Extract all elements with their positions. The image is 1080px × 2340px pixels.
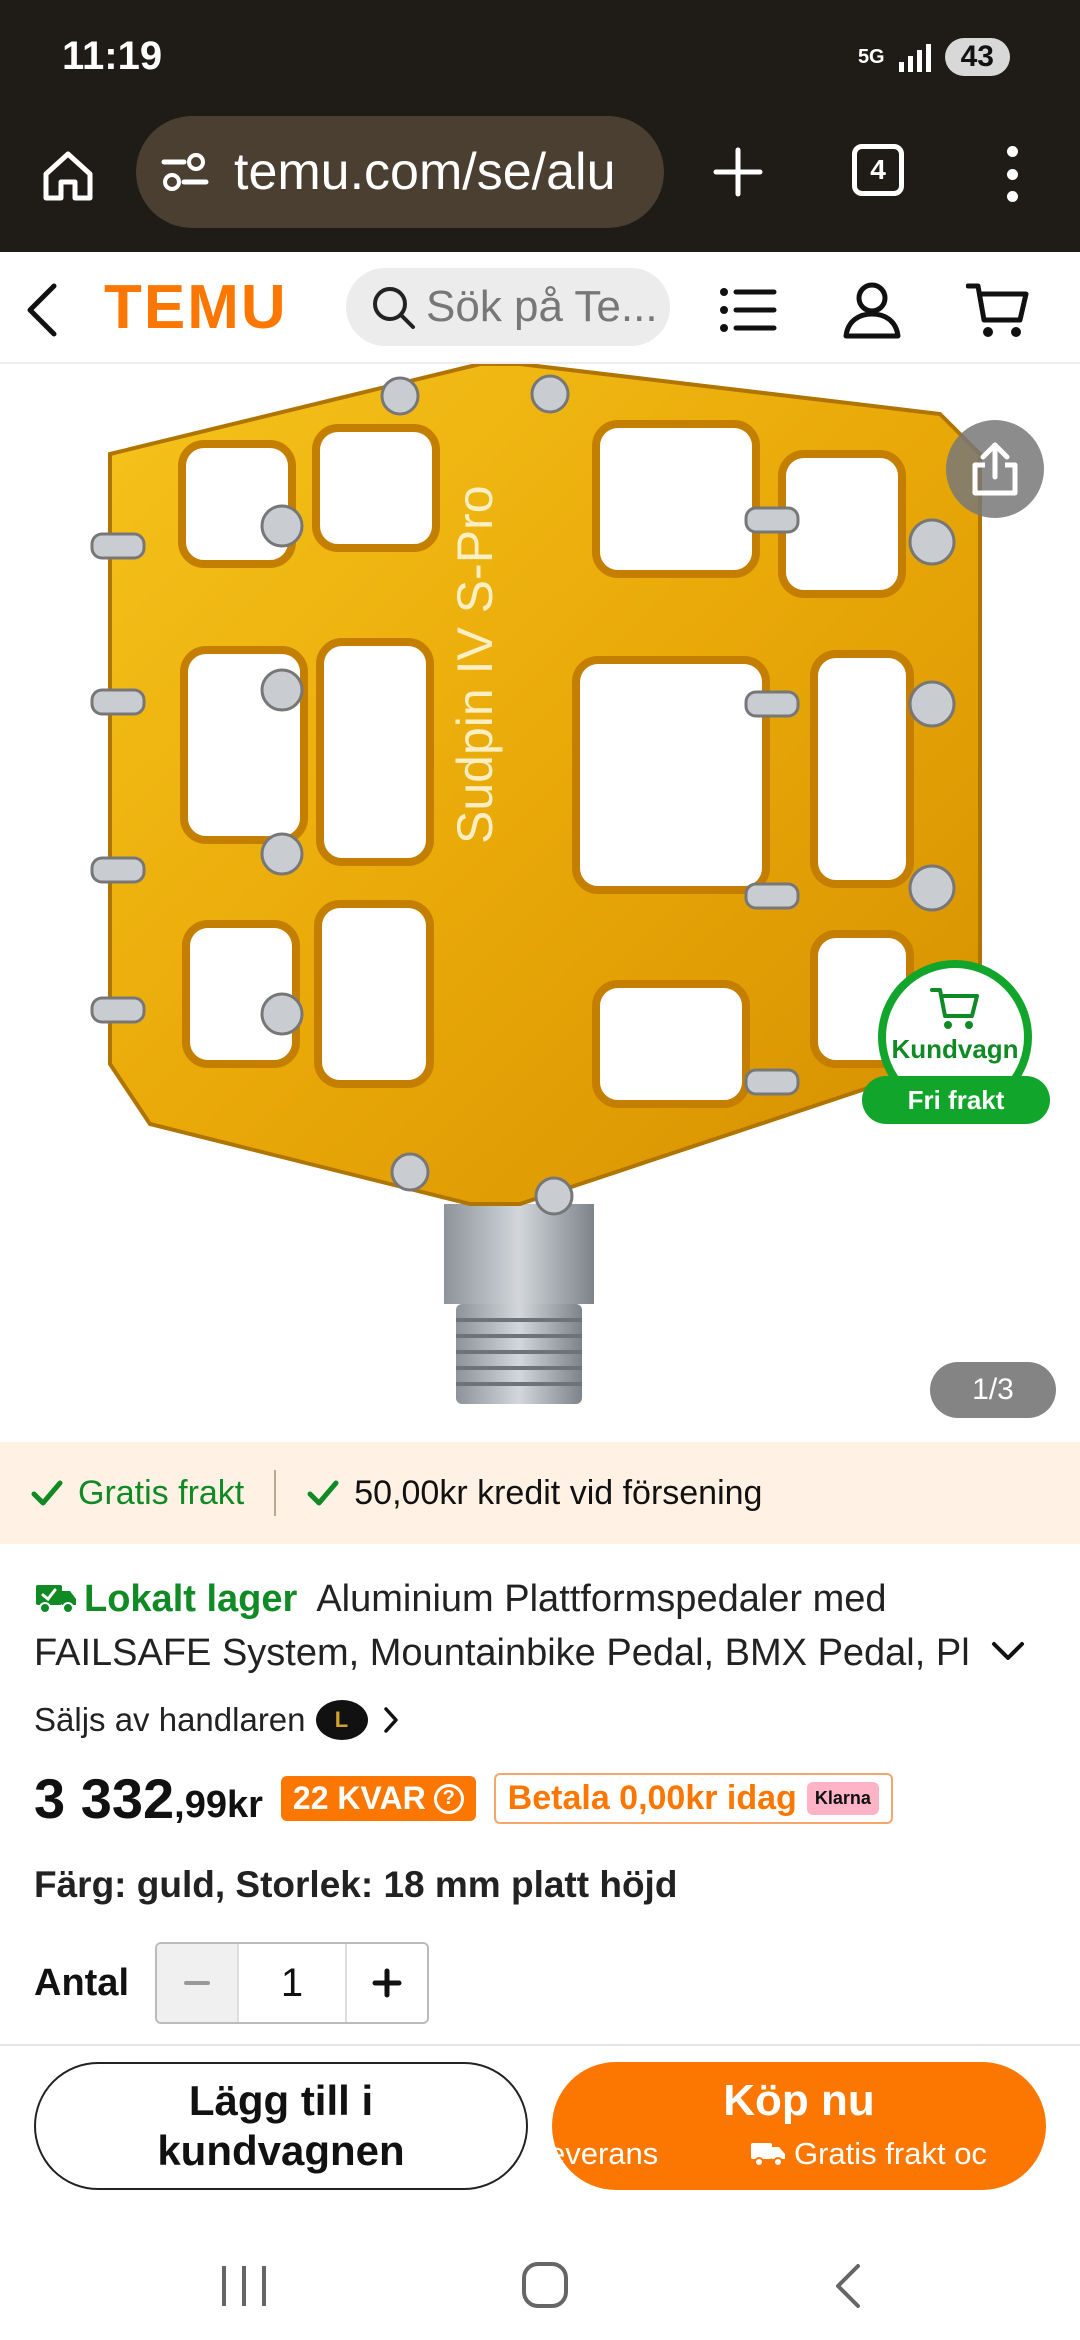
home-icon[interactable]: [38, 146, 98, 206]
seller-label: Säljs av handlaren: [34, 1701, 306, 1738]
quantity-row: Antal 1: [34, 1942, 429, 2024]
browser-toolbar: temu.com/se/alu 4: [0, 116, 1080, 252]
seller-link[interactable]: Säljs av handlaren L: [34, 1700, 400, 1740]
pay-today-text: Betala 0,00kr idag: [507, 1779, 797, 1817]
price-decimal: ,99kr: [174, 1784, 263, 1826]
quantity-stepper[interactable]: 1: [155, 1942, 429, 2024]
account-icon[interactable]: [840, 278, 904, 342]
system-navigation-bar: [0, 2226, 1080, 2340]
seller-logo: L: [315, 1700, 368, 1740]
delay-credit-benefit: 50,00kr kredit vid försening: [306, 1474, 762, 1513]
truck-icon: [751, 2143, 785, 2167]
price-row: 3 332 ,99kr 22 KVAR ? Betala 0,00kr idag…: [34, 1766, 893, 1831]
klarna-pay-badge[interactable]: Betala 0,00kr idag Klarna: [493, 1773, 893, 1824]
variant-selector[interactable]: Färg: guld, Storlek: 18 mm platt höjd: [34, 1864, 677, 1906]
temu-logo[interactable]: TEMU: [104, 272, 288, 343]
share-button[interactable]: [946, 420, 1044, 518]
ticker-text-left: everans: [552, 2136, 659, 2171]
product-image-carousel[interactable]: Sudpin IV S-Pro Kundvagn Fri frakt 1/3: [0, 364, 1080, 1442]
categories-list-icon[interactable]: [716, 278, 780, 342]
signal-icon: [898, 42, 931, 72]
url-text[interactable]: temu.com/se/alu: [234, 142, 616, 202]
floating-cart-label: Kundvagn: [891, 1034, 1019, 1064]
add-to-cart-line-1: Lägg till i: [188, 2077, 374, 2124]
check-icon: [307, 1480, 339, 1506]
ticker-item-free-shipping: Gratis frakt oc: [750, 2136, 987, 2172]
plus-icon: [372, 1968, 402, 1998]
delay-credit-text: 50,00kr kredit vid försening: [354, 1473, 763, 1512]
new-tab-icon[interactable]: [710, 144, 766, 200]
image-counter: 1/3: [930, 1362, 1056, 1418]
add-to-cart-button[interactable]: Lägg till i kundvagnen: [34, 2062, 528, 2190]
price-main: 3 332: [34, 1767, 175, 1830]
add-to-cart-line-2: kundvagnen: [157, 2127, 405, 2174]
quantity-label: Antal: [34, 1961, 129, 2004]
minus-icon: [184, 1981, 210, 1985]
back-icon[interactable]: [832, 2262, 862, 2310]
buy-now-ticker: everans Gratis frakt oc: [552, 2136, 1046, 2176]
klarna-logo: Klarna: [806, 1782, 879, 1815]
free-shipping-pill[interactable]: Fri frakt: [862, 1076, 1050, 1124]
chevron-right-icon: [383, 1707, 398, 1733]
product-image: Sudpin IV S-Pro: [90, 364, 982, 1404]
buy-now-label: Köp nu: [723, 2076, 875, 2125]
bottom-action-bar: Lägg till i kundvagnen Köp nu everans Gr…: [0, 2044, 1080, 2226]
share-icon: [972, 442, 1018, 496]
product-title-line-2: FAILSAFE System, Mountainbike Pedal, BMX…: [34, 1632, 970, 1674]
battery-indicator: 43: [944, 38, 1010, 76]
tab-switcher-button[interactable]: 4: [852, 144, 904, 196]
overflow-menu-icon[interactable]: [1004, 146, 1020, 202]
ticker-text-right: Gratis frakt oc: [794, 2136, 987, 2171]
status-time: 11:19: [62, 34, 163, 78]
address-bar[interactable]: temu.com/se/alu: [136, 116, 664, 228]
free-shipping-benefit: Gratis frakt: [30, 1474, 244, 1513]
back-arrow-icon[interactable]: [20, 280, 64, 340]
search-placeholder: Sök på Te...: [426, 282, 658, 331]
network-5g-icon: 5G: [857, 46, 885, 68]
buy-now-button[interactable]: Köp nu everans Gratis frakt oc: [552, 2062, 1046, 2190]
stock-left-text: 22 KVAR: [292, 1780, 426, 1816]
product-title[interactable]: Lokalt lager Aluminium Plattformspedaler…: [34, 1572, 1044, 1680]
check-icon: [31, 1480, 63, 1506]
cart-icon[interactable]: [966, 278, 1030, 342]
stock-left-badge[interactable]: 22 KVAR ?: [280, 1776, 476, 1821]
home-button-icon[interactable]: [522, 2262, 568, 2308]
decrease-quantity-button[interactable]: [157, 1944, 237, 2022]
quantity-value[interactable]: 1: [237, 1944, 347, 2022]
site-header: TEMU Sök på Te...: [0, 252, 1080, 364]
increase-quantity-button[interactable]: [347, 1944, 427, 2022]
local-stock-label: Lokalt lager: [84, 1578, 298, 1620]
cart-icon: [930, 988, 979, 1029]
status-icons: 5G 43: [858, 38, 1010, 76]
chevron-down-icon[interactable]: [990, 1640, 1026, 1664]
search-icon: [373, 287, 415, 329]
pedal-engraving: Sudpin IV S-Pro: [447, 485, 503, 844]
status-bar: 11:19 5G 43: [0, 0, 1080, 116]
benefits-strip[interactable]: Gratis frakt 50,00kr kredit vid försenin…: [0, 1442, 1080, 1544]
free-shipping-text: Gratis frakt: [78, 1473, 245, 1512]
local-warehouse-truck-icon: [36, 1585, 76, 1614]
recents-icon[interactable]: [222, 2266, 266, 2306]
help-icon: ?: [433, 1783, 464, 1814]
site-settings-icon[interactable]: [160, 150, 210, 194]
divider: [274, 1470, 277, 1516]
product-title-line-1: Aluminium Plattformspedaler med: [316, 1578, 887, 1620]
search-input[interactable]: Sök på Te...: [346, 268, 670, 346]
